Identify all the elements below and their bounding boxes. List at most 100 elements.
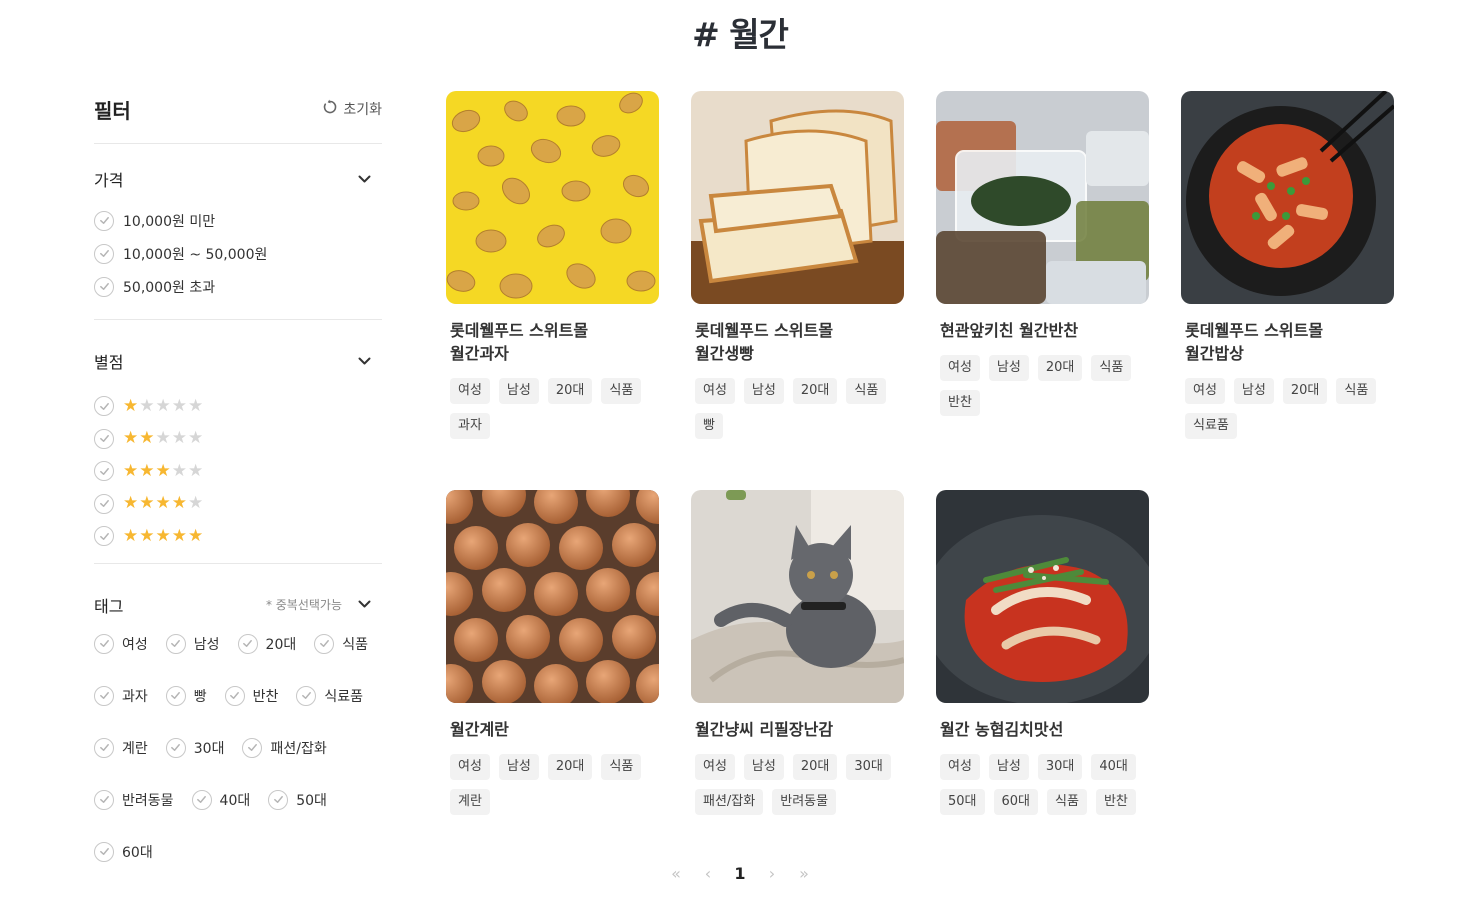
product-tag[interactable]: 식품 (846, 378, 887, 404)
product-image[interactable] (446, 91, 659, 304)
checkbox-icon[interactable] (94, 789, 114, 810)
first-page-button[interactable]: « (660, 864, 692, 883)
product-name[interactable]: 롯데웰푸드 스위트몰 월간밥상 (1181, 319, 1391, 365)
product-tag[interactable]: 여성 (450, 378, 490, 404)
product-name[interactable]: 현관앞키친 월간반찬 (936, 319, 1146, 342)
product-tag[interactable]: 20대 (1037, 355, 1083, 381)
checkbox-icon[interactable] (94, 493, 114, 514)
product-tag[interactable]: 여성 (695, 754, 735, 780)
tag-option[interactable]: 30대 (165, 737, 224, 759)
tag-option[interactable]: 남성 (165, 633, 220, 655)
product-tag[interactable]: 과자 (450, 413, 490, 439)
product-tag[interactable]: 20대 (792, 378, 838, 404)
tag-option[interactable]: 50대 (268, 789, 327, 811)
checkbox-icon[interactable] (94, 461, 114, 482)
tag-option[interactable]: 과자 (94, 685, 148, 707)
tag-option[interactable]: 40대 (191, 789, 250, 811)
checkbox-icon[interactable] (94, 526, 114, 547)
checkbox-icon[interactable] (165, 737, 186, 758)
product-tag[interactable]: 식품 (1091, 355, 1132, 381)
product-tag[interactable]: 20대 (1282, 378, 1328, 404)
product-name[interactable]: 월간냥씨 리필장난감 (691, 718, 901, 741)
checkbox-icon[interactable] (94, 396, 114, 417)
product-tag[interactable]: 30대 (846, 754, 891, 780)
rating-option-3[interactable]: ★ ★ ★ ★ ★ (94, 455, 382, 488)
product-tag[interactable]: 50대 (940, 789, 985, 815)
rating-option-1[interactable]: ★ ★ ★ ★ ★ (94, 390, 382, 423)
rating-option-4[interactable]: ★ ★ ★ ★ ★ (94, 488, 382, 521)
product-tag[interactable]: 남성 (743, 754, 784, 780)
chevron-down-icon[interactable] (356, 171, 372, 187)
product-tag[interactable]: 빵 (695, 413, 723, 439)
checkbox-icon[interactable] (94, 841, 114, 862)
checkbox-icon[interactable] (165, 633, 186, 654)
price-option[interactable]: 10,000원 ~ 50,000원 (94, 237, 382, 270)
prev-page-button[interactable]: ‹ (692, 864, 724, 883)
page-number[interactable]: 1 (724, 864, 756, 883)
product-tag[interactable]: 여성 (450, 754, 490, 780)
tag-option[interactable]: 계란 (94, 737, 148, 759)
product-tag[interactable]: 반찬 (940, 390, 980, 416)
tag-option[interactable]: 반려동물 (94, 789, 174, 811)
product-image[interactable] (1181, 91, 1394, 304)
product-card[interactable]: 월간냥씨 리필장난감 여성 남성 20대 30대 패션/잡화 반려동물 (691, 490, 905, 815)
product-tag[interactable]: 30대 (1037, 754, 1083, 780)
price-option[interactable]: 10,000원 미만 (94, 204, 382, 237)
tag-option[interactable]: 여성 (94, 633, 148, 655)
product-tag[interactable]: 여성 (940, 355, 980, 381)
product-tag[interactable]: 남성 (988, 754, 1029, 780)
product-tag[interactable]: 식품 (601, 378, 642, 404)
checkbox-icon[interactable] (94, 276, 114, 297)
product-card[interactable]: 현관앞키친 월간반찬 여성 남성 20대 식품반찬 (936, 91, 1150, 416)
checkbox-icon[interactable] (224, 685, 245, 706)
product-tag[interactable]: 남성 (988, 355, 1029, 381)
price-section-header[interactable]: 가격 (94, 168, 382, 190)
tag-option[interactable]: 빵 (165, 685, 207, 707)
product-tag[interactable]: 식료품 (1185, 413, 1237, 439)
checkbox-icon[interactable] (94, 428, 114, 449)
rating-option-5[interactable]: ★ ★ ★ ★ ★ (94, 520, 382, 553)
reset-button[interactable]: 초기화 (322, 99, 382, 119)
product-tag[interactable]: 남성 (743, 378, 784, 404)
last-page-button[interactable]: » (788, 864, 820, 883)
chevron-down-icon[interactable] (356, 353, 372, 369)
product-tag[interactable]: 반려동물 (772, 789, 837, 815)
tag-option[interactable]: 20대 (237, 633, 296, 655)
product-name[interactable]: 월간계란 (446, 718, 656, 741)
product-image[interactable] (691, 91, 904, 304)
tag-section-header[interactable]: 태그 * 중복선택가능 (94, 594, 382, 616)
product-name[interactable]: 월간 농협김치맛선 (936, 718, 1146, 741)
price-option[interactable]: 50,000원 초과 (94, 270, 382, 303)
product-tag[interactable]: 20대 (547, 378, 593, 404)
product-tag[interactable]: 식품 (1336, 378, 1377, 404)
product-tag[interactable]: 여성 (695, 378, 735, 404)
product-tag[interactable]: 남성 (1233, 378, 1274, 404)
checkbox-icon[interactable] (268, 789, 289, 810)
chevron-down-icon[interactable] (356, 597, 372, 613)
product-image[interactable] (936, 490, 1149, 703)
checkbox-icon[interactable] (165, 685, 186, 706)
checkbox-icon[interactable] (191, 789, 212, 810)
checkbox-icon[interactable] (94, 210, 114, 231)
product-tag[interactable]: 여성 (940, 754, 980, 780)
product-image[interactable] (936, 91, 1149, 304)
product-tag[interactable]: 20대 (547, 754, 593, 780)
product-tag[interactable]: 여성 (1185, 378, 1225, 404)
product-tag[interactable]: 패션/잡화 (695, 789, 764, 815)
product-card[interactable]: 롯데웰푸드 스위트몰 월간생빵 여성 남성 20대 식품빵 (691, 91, 905, 439)
tag-option[interactable]: 식료품 (296, 685, 363, 707)
tag-option[interactable]: 반찬 (224, 685, 278, 707)
product-image[interactable] (691, 490, 904, 703)
checkbox-icon[interactable] (94, 737, 114, 758)
product-tag[interactable]: 40대 (1091, 754, 1136, 780)
product-tag[interactable]: 계란 (450, 789, 490, 815)
checkbox-icon[interactable] (242, 737, 263, 758)
product-card[interactable]: 월간계란 여성 남성 20대 식품 계란 (446, 490, 660, 815)
product-tag[interactable]: 반찬 (1095, 789, 1136, 815)
tag-option[interactable]: 60대 (94, 841, 153, 863)
product-card[interactable]: 롯데웰푸드 스위트몰 월간밥상 여성 남성 20대 식품식료품 (1181, 91, 1395, 439)
product-tag[interactable]: 식품 (1047, 789, 1087, 815)
tag-option[interactable]: 패션/잡화 (242, 737, 327, 759)
product-name[interactable]: 롯데웰푸드 스위트몰 월간생빵 (691, 319, 901, 365)
checkbox-icon[interactable] (94, 633, 114, 654)
